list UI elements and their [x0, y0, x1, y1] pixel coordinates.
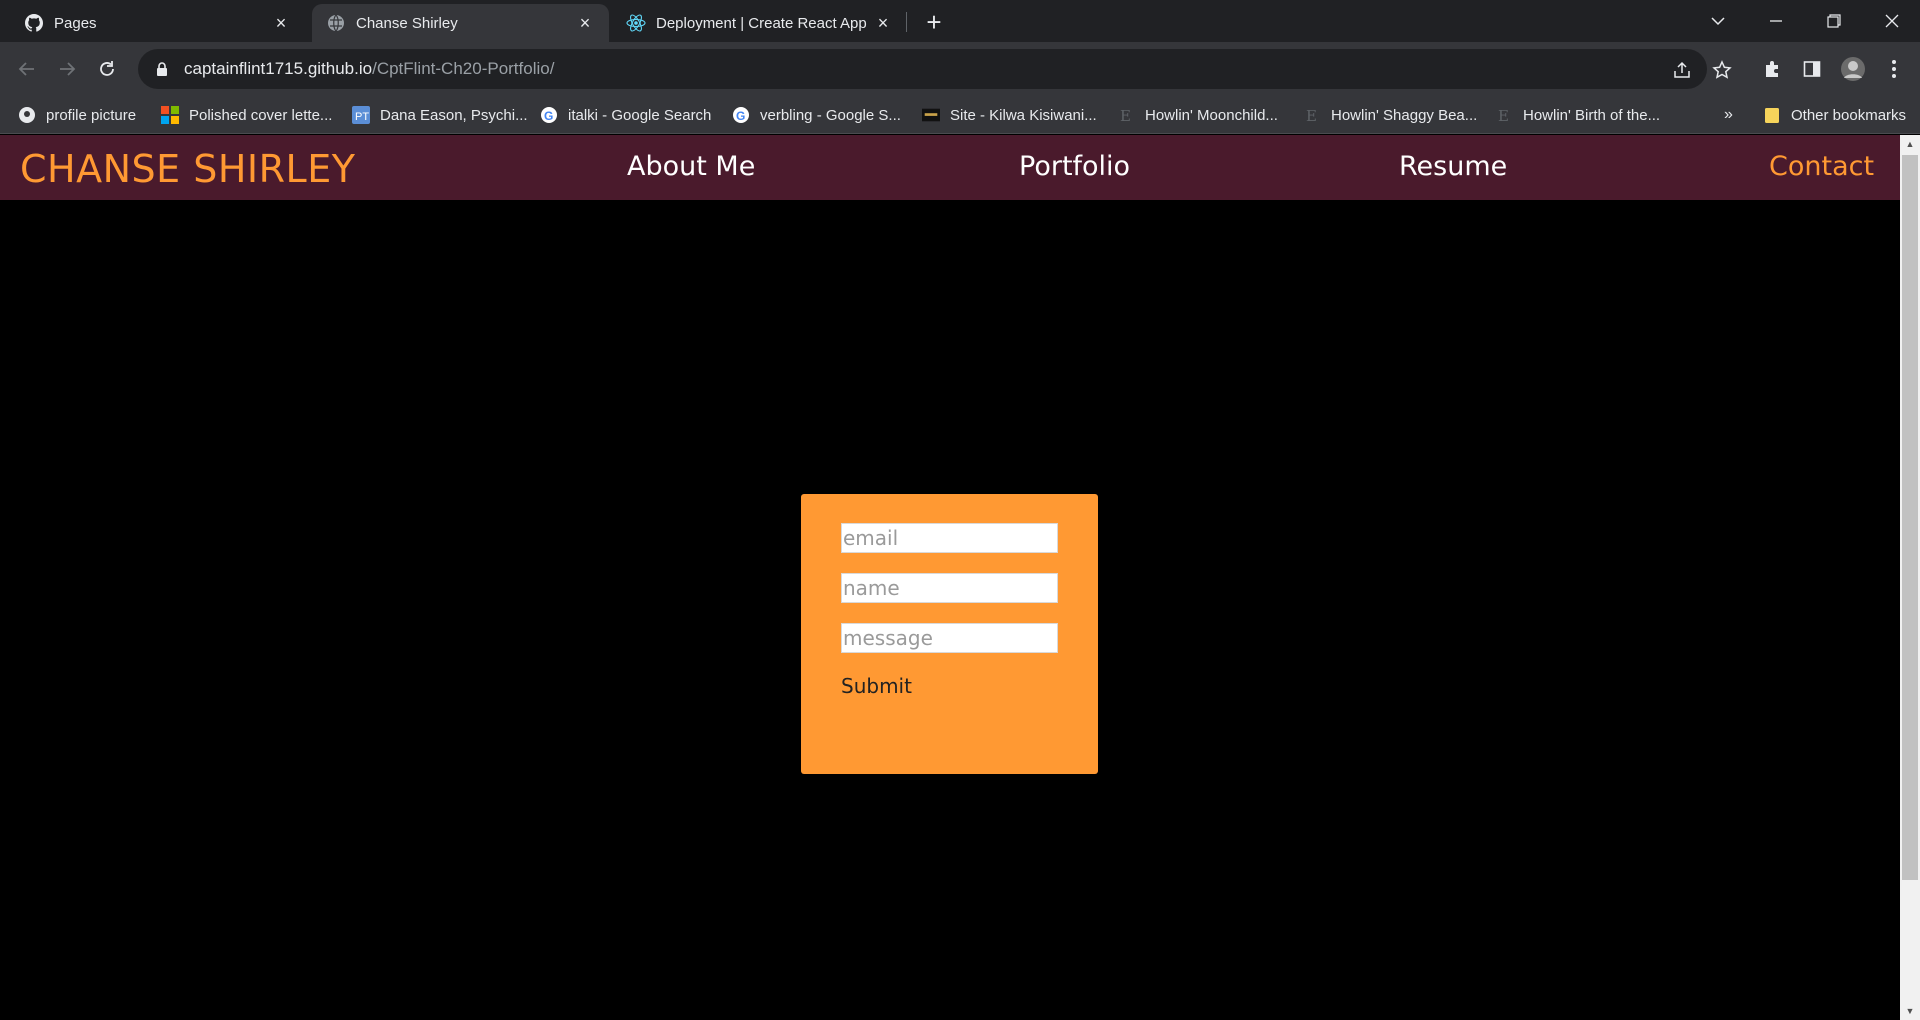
bookmark-item[interactable]: E Howlin' Birth of the... [1495, 102, 1660, 128]
scroll-down-icon[interactable]: ▼ [1900, 1002, 1920, 1020]
letter-e-icon: E [1303, 106, 1321, 124]
tab-divider [906, 12, 907, 32]
reload-button[interactable] [92, 54, 122, 84]
site-favicon-icon [922, 106, 940, 124]
minimize-button[interactable] [1748, 0, 1804, 42]
nav-about-me[interactable]: About Me [627, 151, 755, 182]
site-navbar: CHANSE SHIRLEY About Me Portfolio Resume… [0, 135, 1900, 200]
bookmark-label: verbling - Google S... [760, 106, 901, 124]
github-icon [18, 106, 36, 124]
forward-button[interactable] [52, 54, 82, 84]
bookmark-item[interactable]: E Howlin' Shaggy Bea... [1303, 102, 1477, 128]
contact-form: Submit [801, 494, 1098, 774]
lock-icon[interactable] [152, 62, 172, 76]
bookmarks-bar: profile picture Polished cover lette... … [0, 96, 1920, 134]
scrollbar-thumb[interactable] [1902, 155, 1918, 880]
url-path: /CptFlint-Ch20-Portfolio/ [372, 59, 555, 78]
email-field[interactable] [841, 523, 1058, 553]
scroll-up-icon[interactable]: ▲ [1900, 135, 1920, 153]
side-panel-icon[interactable] [1797, 54, 1827, 84]
new-tab-button[interactable]: + [920, 7, 948, 37]
bookmark-item[interactable]: profile picture [18, 102, 136, 128]
bookmarks-overflow-button[interactable]: » [1724, 102, 1733, 128]
microsoft-icon [161, 106, 179, 124]
tab-title: Pages [54, 14, 97, 32]
message-field[interactable] [841, 623, 1058, 653]
back-button[interactable] [12, 54, 42, 84]
svg-text:E: E [1306, 107, 1317, 124]
bookmark-label: Polished cover lette... [189, 106, 333, 124]
tab-strip: Pages × Chanse Shirley × Deployment | Cr… [0, 0, 1920, 42]
tab-pages[interactable]: Pages × [10, 4, 305, 42]
tab-title: Deployment | Create React App [656, 14, 867, 32]
nav-resume[interactable]: Resume [1399, 151, 1507, 182]
name-field[interactable] [841, 573, 1058, 603]
tab-title: Chanse Shirley [356, 14, 458, 32]
svg-text:E: E [1120, 107, 1131, 124]
tab-search-icon[interactable] [1690, 0, 1746, 42]
bookmark-item[interactable]: Polished cover lette... [161, 102, 332, 128]
page-viewport: CHANSE SHIRLEY About Me Portfolio Resume… [0, 135, 1900, 1020]
bookmark-label: italki - Google Search [568, 106, 712, 124]
tab-deployment[interactable]: Deployment | Create React App × [612, 4, 907, 42]
bookmark-item[interactable]: PT Dana Eason, Psychi... [352, 102, 528, 128]
bookmark-item[interactable]: Site - Kilwa Kisiwani... [922, 102, 1097, 128]
bookmark-item[interactable]: E Howlin' Moonchild... [1117, 102, 1278, 128]
nav-portfolio[interactable]: Portfolio [1019, 151, 1130, 182]
github-icon [24, 13, 44, 33]
bookmark-label: Dana Eason, Psychi... [380, 106, 528, 124]
close-icon[interactable]: × [575, 13, 595, 33]
avatar[interactable] [1838, 54, 1868, 84]
bookmark-label: Howlin' Moonchild... [1145, 106, 1278, 124]
bookmark-label: Howlin' Shaggy Bea... [1331, 106, 1478, 124]
url-host: captainflint1715.github.io [184, 59, 373, 78]
google-icon: G [732, 106, 750, 124]
bookmark-label: profile picture [46, 106, 137, 124]
bookmark-item[interactable]: G italki - Google Search [540, 102, 711, 128]
close-window-button[interactable] [1864, 0, 1920, 42]
google-icon: G [540, 106, 558, 124]
svg-text:PT: PT [355, 111, 369, 123]
extensions-icon[interactable] [1757, 54, 1787, 84]
close-icon[interactable]: × [271, 13, 291, 33]
svg-text:G: G [736, 109, 745, 123]
restore-button[interactable] [1806, 0, 1862, 42]
menu-kebab-icon[interactable] [1879, 54, 1909, 84]
share-icon[interactable] [1671, 59, 1693, 81]
folder-icon [1763, 106, 1781, 124]
page-scrollbar[interactable]: ▲ ▼ [1900, 135, 1920, 1020]
svg-text:G: G [544, 109, 553, 123]
bookmark-label: Other bookmarks [1791, 106, 1907, 124]
nav-contact[interactable]: Contact [1769, 151, 1874, 182]
other-bookmarks-folder[interactable]: Other bookmarks [1763, 102, 1906, 128]
bookmark-star-icon[interactable] [1711, 59, 1733, 81]
psychology-today-icon: PT [352, 106, 370, 124]
bookmark-label: Howlin' Birth of the... [1523, 106, 1661, 124]
letter-e-icon: E [1117, 106, 1135, 124]
site-brand[interactable]: CHANSE SHIRLEY [20, 147, 355, 191]
letter-e-icon: E [1495, 106, 1513, 124]
bookmark-item[interactable]: G verbling - Google S... [732, 102, 901, 128]
browser-toolbar: captainflint1715.github.io/CptFlint-Ch20… [0, 42, 1920, 96]
react-icon [626, 13, 646, 33]
submit-button[interactable]: Submit [841, 674, 912, 698]
svg-text:E: E [1498, 107, 1509, 124]
tab-chanse-shirley[interactable]: Chanse Shirley × [312, 4, 609, 42]
address-bar[interactable]: captainflint1715.github.io/CptFlint-Ch20… [138, 49, 1732, 89]
bookmark-label: Site - Kilwa Kisiwani... [950, 106, 1097, 124]
globe-icon [326, 13, 346, 33]
close-icon[interactable]: × [873, 13, 893, 33]
